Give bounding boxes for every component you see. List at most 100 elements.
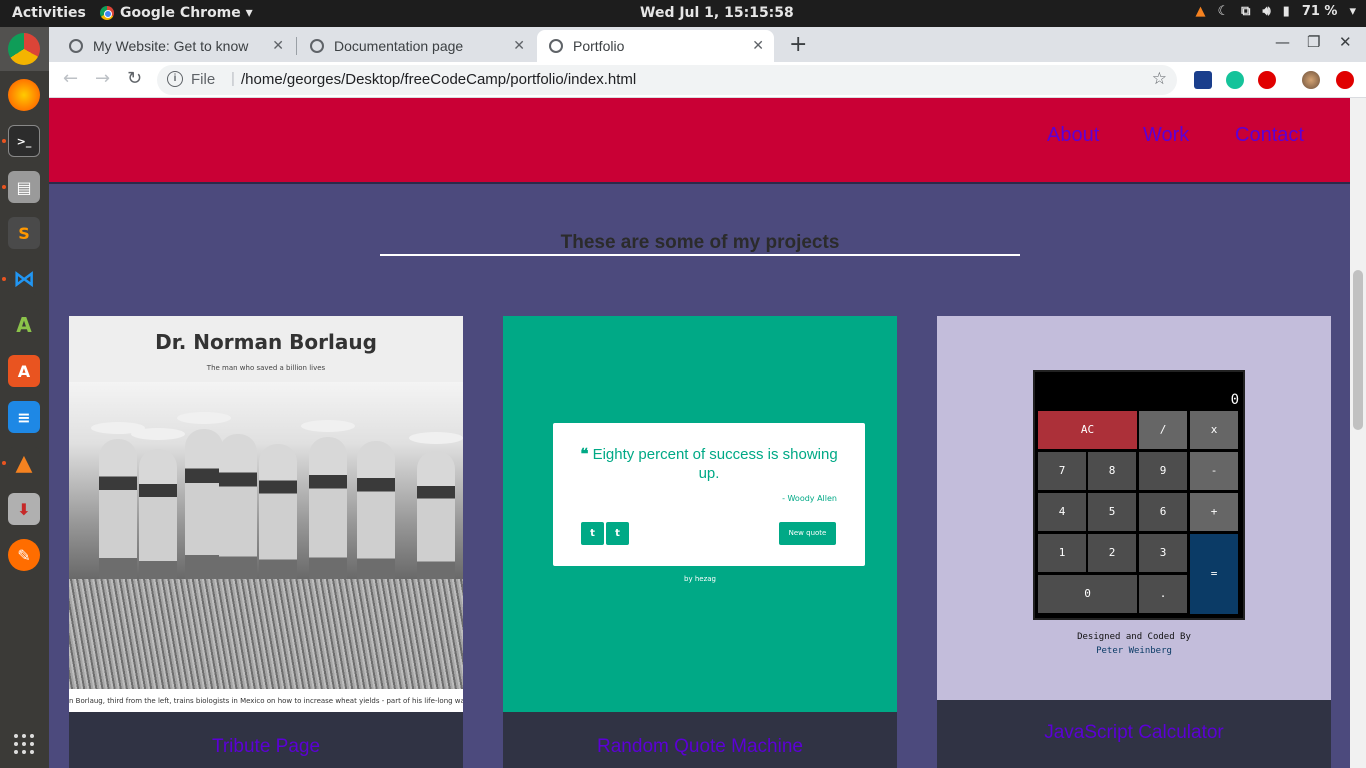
calc-key-plus[interactable]: + (1189, 492, 1239, 532)
files-icon[interactable]: ▤ (8, 171, 40, 203)
grammarly-icon[interactable] (1226, 71, 1244, 89)
back-arrow-icon[interactable]: ← (63, 68, 78, 89)
tab-documentation[interactable]: Documentation page ✕ (298, 30, 535, 62)
tab-title: Documentation page (334, 38, 464, 54)
address-bar[interactable]: i File | /home/georges/Desktop/freeCodeC… (157, 65, 1177, 95)
project-label-tribute[interactable]: Tribute Page (69, 712, 463, 768)
adblock-icon[interactable] (1258, 71, 1276, 89)
extension-icon[interactable] (1194, 71, 1212, 89)
new-quote-button[interactable]: New quote (779, 522, 836, 545)
writer-icon[interactable]: ≡ (8, 401, 40, 433)
installer-icon[interactable]: ⬇ (8, 493, 40, 525)
tribute-subheading: The man who saved a billion lives (206, 364, 326, 372)
tribute-thumbnail[interactable]: Dr. Norman Borlaug The man who saved a b… (69, 316, 463, 712)
calc-key-9[interactable]: 9 (1138, 451, 1188, 491)
battery-icon[interactable]: ▮ (1283, 4, 1290, 19)
tab-my-website[interactable]: My Website: Get to know ✕ (57, 30, 294, 62)
calc-key-7[interactable]: 7 (1037, 451, 1087, 491)
show-applications-icon[interactable] (14, 734, 34, 754)
calc-key-decimal[interactable]: . (1138, 574, 1188, 614)
url-text[interactable]: /home/georges/Desktop/freeCodeCamp/portf… (241, 71, 636, 88)
android-studio-icon[interactable]: A (8, 309, 40, 341)
tumblr-button[interactable]: t (606, 522, 629, 545)
forward-arrow-icon[interactable]: → (95, 68, 110, 89)
minimize-button[interactable]: — (1275, 33, 1290, 51)
terminal-icon[interactable]: >_ (8, 125, 40, 157)
nav-work-link[interactable]: Work (1143, 124, 1189, 147)
nav-about-link[interactable]: About (1047, 124, 1099, 147)
project-label-calculator[interactable]: JavaScript Calculator (937, 700, 1331, 768)
tab-title: Portfolio (573, 38, 625, 54)
calc-key-4[interactable]: 4 (1037, 492, 1087, 532)
calc-key-2[interactable]: 2 (1087, 533, 1137, 573)
calc-key-5[interactable]: 5 (1087, 492, 1137, 532)
quote-mark-icon: ❝ (580, 446, 593, 463)
project-label-quote[interactable]: Random Quote Machine (503, 712, 897, 768)
clock[interactable]: Wed Jul 1, 15:15:58 (640, 5, 794, 21)
quote-background: ❝ Eighty percent of success is showing u… (503, 316, 897, 712)
calc-key-0[interactable]: 0 (1037, 574, 1138, 614)
tribute-caption: n Borlaug, third from the left, trains b… (69, 689, 463, 712)
calc-key-ac[interactable]: AC (1037, 410, 1138, 450)
restore-button[interactable]: ❐ (1307, 33, 1320, 51)
bookmark-star-icon[interactable]: ☆ (1152, 69, 1167, 89)
vscode-icon[interactable]: ⋈ (8, 263, 40, 295)
night-light-icon[interactable]: ☾ (1218, 4, 1230, 19)
volume-icon[interactable]: 🔊︎ (1262, 4, 1270, 19)
vlc-tray-icon[interactable]: ▲ (1196, 4, 1206, 19)
system-tray[interactable]: ▲ ☾ ⧉ 🔊︎ ▮ 71 % ▾ (1196, 4, 1357, 19)
quote-credit: by hezag (684, 575, 716, 583)
tab-divider (296, 37, 297, 55)
calculator-credit-author[interactable]: Peter Weinberg (937, 644, 1331, 658)
close-icon[interactable]: ✕ (513, 37, 525, 54)
inkscape-icon[interactable]: ✎ (8, 539, 40, 571)
new-tab-button[interactable]: + (789, 32, 807, 57)
firefox-icon[interactable] (8, 79, 40, 111)
chrome-icon[interactable] (8, 33, 40, 65)
running-indicator (2, 139, 6, 143)
profile-avatar[interactable] (1302, 71, 1320, 89)
browser-tab-bar: My Website: Get to know ✕ Documentation … (49, 27, 1366, 62)
calc-key-equals[interactable]: = (1189, 533, 1239, 615)
calculator-background: 0 AC / x 7 8 9 - 4 5 6 + 1 2 3 = 0 . Des… (937, 316, 1331, 700)
app-menu[interactable]: Google Chrome ▾ (100, 5, 253, 21)
calculator-credit: Designed and Coded By Peter Weinberg (937, 630, 1331, 658)
nav-contact-link[interactable]: Contact (1235, 124, 1304, 147)
globe-icon (310, 39, 324, 53)
quote-box: ❝ Eighty percent of success is showing u… (553, 423, 865, 566)
close-window-button[interactable]: ✕ (1339, 33, 1352, 51)
vlc-icon[interactable]: ▲ (8, 447, 40, 479)
calc-key-minus[interactable]: - (1189, 451, 1239, 491)
system-menu-icon[interactable]: ▾ (1349, 4, 1356, 19)
calculator-thumbnail[interactable]: 0 AC / x 7 8 9 - 4 5 6 + 1 2 3 = 0 . Des… (937, 316, 1331, 700)
quote-body: Eighty percent of success is showing up. (592, 446, 838, 482)
file-scheme-label: File (191, 71, 216, 88)
software-center-icon[interactable]: A (8, 355, 40, 387)
calc-key-multiply[interactable]: x (1189, 410, 1239, 450)
calc-key-8[interactable]: 8 (1087, 451, 1137, 491)
system-top-bar: Activities Google Chrome ▾ Wed Jul 1, 15… (0, 0, 1366, 27)
tab-portfolio[interactable]: Portfolio ✕ (537, 30, 774, 62)
scrollbar-thumb[interactable] (1353, 270, 1363, 430)
calc-key-6[interactable]: 6 (1138, 492, 1188, 532)
page-scrollbar[interactable] (1350, 98, 1366, 768)
quote-thumbnail[interactable]: ❝ Eighty percent of success is showing u… (503, 316, 897, 712)
update-icon[interactable] (1336, 71, 1354, 89)
globe-icon (69, 39, 83, 53)
calculator-credit-line: Designed and Coded By (1077, 632, 1191, 642)
ubuntu-dock: >_ ▤ S ⋈ A A ≡ ▲ ⬇ ✎ (0, 27, 49, 768)
twitter-button[interactable]: t (581, 522, 604, 545)
close-icon[interactable]: ✕ (272, 37, 284, 54)
info-icon[interactable]: i (167, 71, 183, 87)
calc-key-1[interactable]: 1 (1037, 533, 1087, 573)
calc-key-divide[interactable]: / (1138, 410, 1188, 450)
sublime-icon[interactable]: S (8, 217, 40, 249)
activities-button[interactable]: Activities (12, 5, 86, 21)
omnibox-separator: | (231, 70, 235, 87)
chrome-icon (100, 6, 114, 20)
calc-key-3[interactable]: 3 (1138, 533, 1188, 573)
reload-icon[interactable]: ↻ (127, 68, 142, 89)
running-indicator (2, 277, 6, 281)
close-icon[interactable]: ✕ (752, 37, 764, 54)
network-icon[interactable]: ⧉ (1241, 4, 1250, 19)
